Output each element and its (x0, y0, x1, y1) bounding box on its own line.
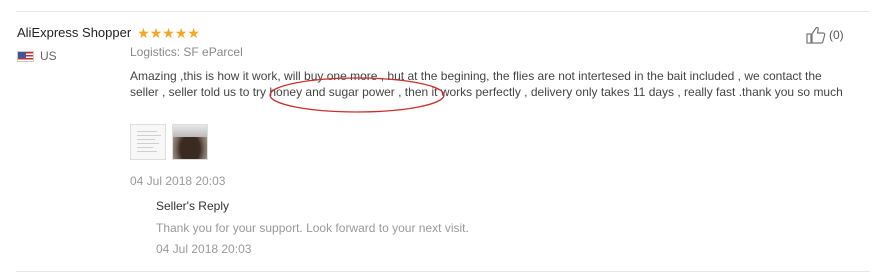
logistics-label: Logistics: (130, 45, 181, 59)
star-icon: ★ (137, 24, 150, 41)
seller-reply-title: Seller's Reply (156, 199, 229, 213)
star-icon: ★ (174, 24, 188, 41)
us-flag-icon (17, 50, 34, 62)
logistics-info: Logistics: SF eParcel (130, 45, 243, 59)
star-icon: ★ (187, 24, 200, 41)
review-date: 04 Jul 2018 20:03 (130, 174, 226, 188)
reviewer-country: US (17, 49, 57, 63)
star-icon: ★ (149, 24, 163, 41)
seller-reply-date: 04 Jul 2018 20:03 (156, 242, 252, 256)
star-icon: ★ (162, 24, 175, 41)
top-divider (16, 11, 870, 12)
seller-reply-text: Thank you for your support. Look forward… (156, 221, 469, 235)
review-images (130, 124, 214, 160)
review-image-thumbnail[interactable] (130, 124, 166, 160)
review-image-thumbnail[interactable] (172, 124, 208, 160)
logistics-value: SF eParcel (183, 45, 243, 59)
bottom-divider (16, 271, 870, 272)
helpful-count: (0) (829, 28, 844, 42)
country-code: US (40, 49, 57, 63)
rating-stars: ★ ★ ★ ★ ★ (137, 26, 200, 40)
thumbs-up-icon (806, 26, 826, 44)
helpful-button[interactable]: (0) (806, 26, 844, 44)
review-text: Amazing ,this is how it work, will buy o… (130, 69, 843, 99)
reviewer-name: AliExpress Shopper (17, 25, 132, 40)
reviewer-header: AliExpress Shopper ★ ★ ★ ★ ★ (17, 25, 200, 40)
